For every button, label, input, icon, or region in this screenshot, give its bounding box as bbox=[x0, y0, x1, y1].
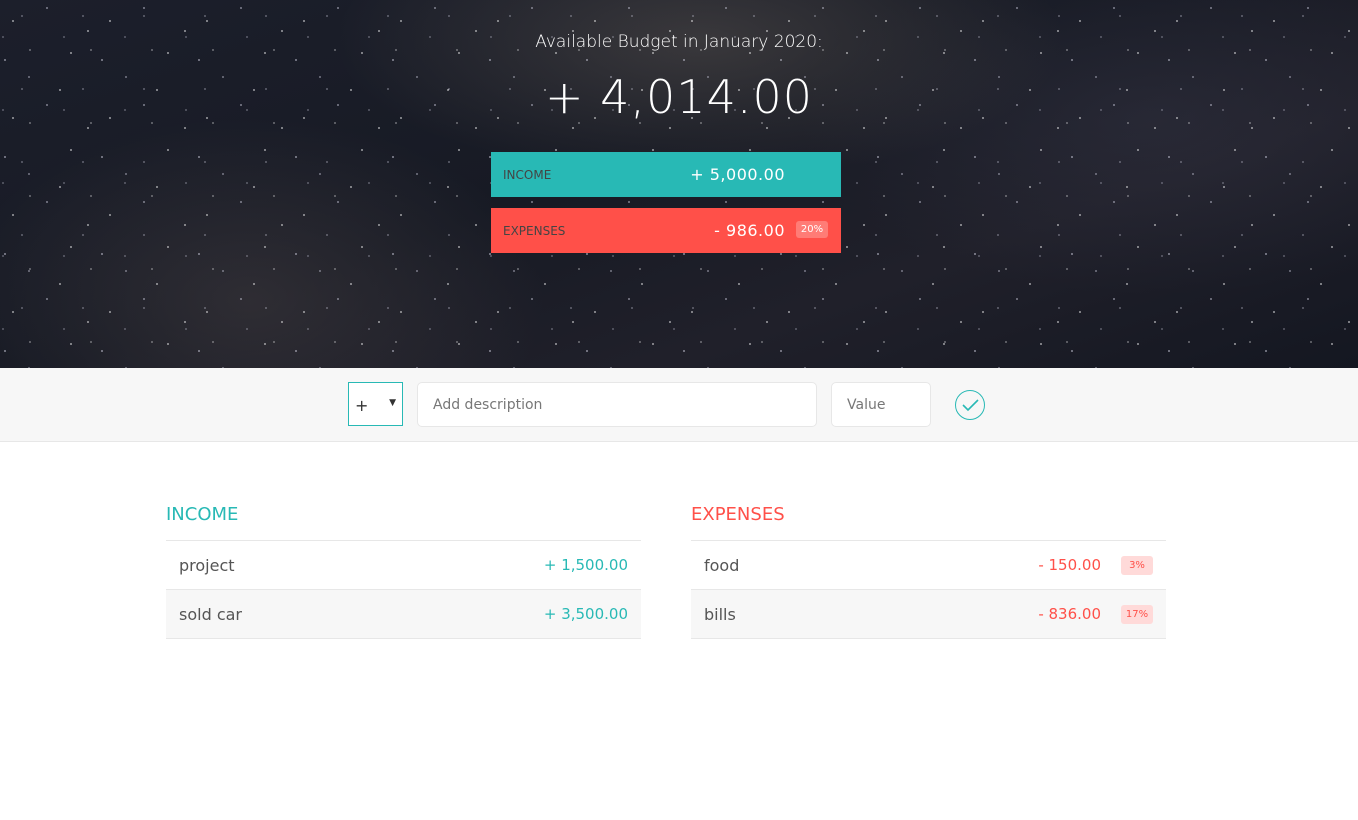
type-select[interactable]: + ▼ bbox=[348, 382, 403, 426]
checkmark-icon bbox=[962, 399, 979, 412]
income-list: Income project + 1,500.00 sold car + 3,5… bbox=[166, 500, 641, 639]
income-summary-value: + 5,000.00 bbox=[690, 165, 785, 184]
item-value: - 836.00 bbox=[1038, 605, 1101, 623]
item-percentage-badge: 3% bbox=[1121, 556, 1153, 575]
item-description: project bbox=[179, 556, 235, 575]
income-list-title: Income bbox=[166, 500, 641, 541]
add-button[interactable] bbox=[955, 390, 985, 420]
expenses-list: Expenses food - 150.00 3% bills - 836.00… bbox=[691, 500, 1166, 639]
budget-title: Available Budget in January 2020: bbox=[535, 32, 823, 52]
expenses-summary: Expenses - 986.00 20% bbox=[491, 208, 841, 253]
expenses-summary-label: Expenses bbox=[503, 223, 566, 238]
income-item[interactable]: project + 1,500.00 bbox=[166, 541, 641, 590]
description-input[interactable] bbox=[417, 382, 817, 427]
item-value: - 150.00 bbox=[1038, 556, 1101, 574]
add-item-bar: + ▼ bbox=[0, 368, 1358, 442]
expense-item[interactable]: bills - 836.00 17% bbox=[691, 590, 1166, 639]
income-summary-label: Income bbox=[503, 167, 552, 182]
item-description: bills bbox=[704, 605, 736, 624]
expense-item[interactable]: food - 150.00 3% bbox=[691, 541, 1166, 590]
expenses-summary-value: - 986.00 bbox=[714, 221, 785, 240]
item-value: + 1,500.00 bbox=[543, 556, 628, 574]
item-value: + 3,500.00 bbox=[543, 605, 628, 623]
budget-value: + 4,014.00 bbox=[544, 70, 813, 124]
item-description: food bbox=[704, 556, 740, 575]
budget-header: Available Budget in January 2020: + 4,01… bbox=[0, 0, 1358, 368]
income-summary: Income + 5,000.00 bbox=[491, 152, 841, 197]
item-percentage-badge: 17% bbox=[1121, 605, 1153, 624]
expenses-percentage-badge: 20% bbox=[796, 221, 828, 238]
income-item[interactable]: sold car + 3,500.00 bbox=[166, 590, 641, 639]
expenses-list-title: Expenses bbox=[691, 500, 1166, 541]
type-select-value: + bbox=[355, 396, 369, 415]
value-input[interactable] bbox=[831, 382, 931, 427]
caret-down-icon: ▼ bbox=[389, 398, 396, 408]
item-description: sold car bbox=[179, 605, 242, 624]
